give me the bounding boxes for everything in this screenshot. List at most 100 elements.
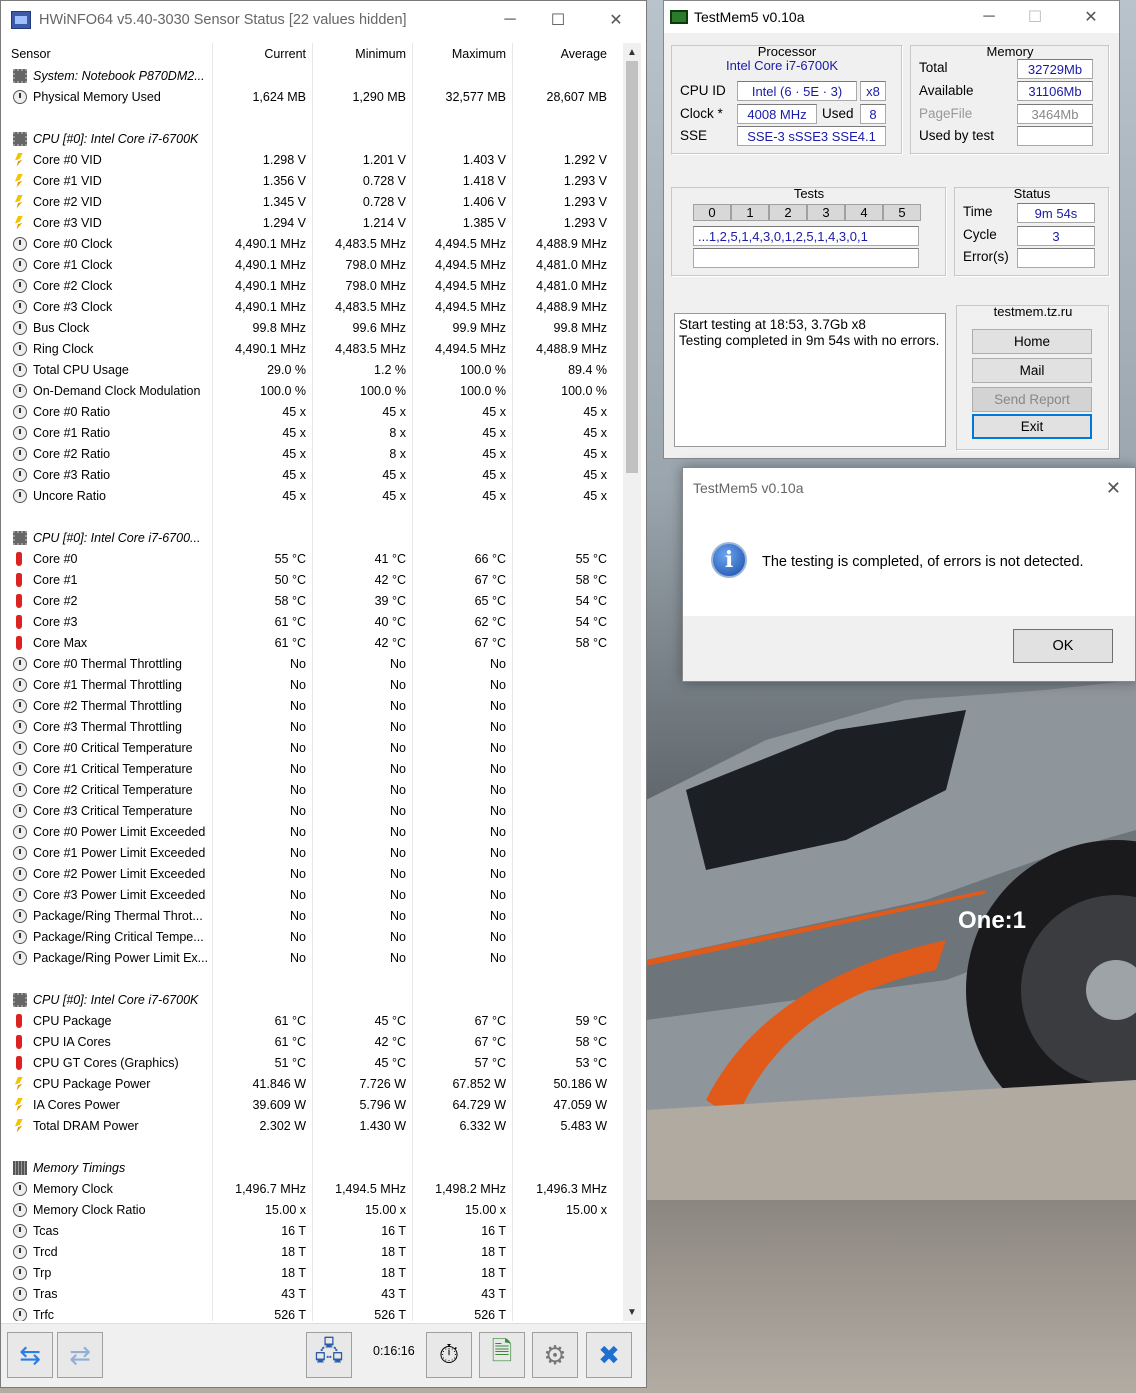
scroll-down-icon[interactable]: ▼ — [623, 1303, 641, 1321]
table-row[interactable]: Bus Clock 99.8 MHz 99.6 MHz 99.9 MHz 99.8 MH… — [7, 317, 613, 338]
table-row[interactable]: Core #1 Clock 4,490.1 MHz 798.0 MHz 4,494.5… — [7, 254, 613, 275]
minimize-icon[interactable]: ─ — [487, 1, 533, 39]
table-row[interactable]: Core #3 Critical Temperature No No No — [7, 800, 613, 821]
table-row[interactable]: Core #0 VID 1.298 V 1.201 V 1.403 V 1.292 V — [7, 149, 613, 170]
log-textbox[interactable]: Start testing at 18:53, 3.7Gb x8 Testing… — [674, 313, 946, 447]
value-max: No — [413, 800, 513, 821]
sensor-group-row[interactable]: CPU [#0]: Intel Core i7-6700K — [7, 128, 613, 149]
home-button[interactable]: Home — [972, 329, 1092, 354]
table-row[interactable]: Core #1 Critical Temperature No No No — [7, 758, 613, 779]
table-row[interactable]: Core #2 Ratio 45 x8 x 45 x 45 x — [7, 443, 613, 464]
table-row[interactable]: Core #1 Thermal Throttling No No No — [7, 674, 613, 695]
table-row[interactable]: Package/Ring Critical Tempe... No No No — [7, 926, 613, 947]
table-row[interactable]: Trcd 18 T 18 T 18 T — [7, 1241, 613, 1262]
value-max: No — [413, 779, 513, 800]
close-icon[interactable]: ✕ — [1106, 478, 1121, 499]
table-row[interactable]: Tras 43 T 43 T 43 T — [7, 1283, 613, 1304]
table-row[interactable]: Uncore Ratio 45 x 45 x 45 x 45 x — [7, 485, 613, 506]
table-row[interactable]: Core #3 Ratio 45 x 45 x 45 x 45 x — [7, 464, 613, 485]
sensor-group-row[interactable]: CPU [#0]: Intel Core i7-6700... — [7, 527, 613, 548]
sensor-group-row[interactable]: Memory Timings — [7, 1157, 613, 1178]
sensor-name-cell: CPU [#0]: Intel Core i7-6700K — [7, 989, 213, 1010]
scroll-up-icon[interactable]: ▲ — [623, 43, 641, 61]
table-row[interactable]: Core #2 Clock 4,490.1 MHz 798.0 MHz 4,494.5… — [7, 275, 613, 296]
maximize-icon[interactable]: ☐ — [535, 1, 581, 39]
value-min: 15.00 x — [313, 1199, 413, 1220]
column-header-maximum[interactable]: Maximum — [413, 43, 513, 65]
testmem-titlebar[interactable]: TestMem5 v0.10a ─ ☐ ✕ — [664, 1, 1119, 33]
sensor-group-row[interactable]: System: Notebook P870DM2... — [7, 65, 613, 86]
table-row[interactable]: Core #3 Thermal Throttling No No No — [7, 716, 613, 737]
settings-button[interactable]: ⚙ — [532, 1332, 578, 1378]
table-row[interactable]: Core #1 50 °C 42 °C 67 °C 58 °C — [7, 569, 613, 590]
value-max: No — [413, 926, 513, 947]
table-row[interactable]: Core #0 Clock 4,490.1 MHz 4,483.5 MHz 4,494… — [7, 233, 613, 254]
table-row[interactable]: Memory Clock Ratio 15.00 x 15.00 x 15.00 x1… — [7, 1199, 613, 1220]
value-max: No — [413, 884, 513, 905]
table-row[interactable]: Trfc 526 T 526 T 526 T — [7, 1304, 613, 1321]
scrollbar-thumb[interactable] — [626, 61, 638, 473]
table-row[interactable]: Core #2 Critical Temperature No No No — [7, 779, 613, 800]
sensor-name-cell: Core #2 Thermal Throttling — [7, 695, 213, 716]
table-row[interactable]: Memory Clock 1,496.7 MHz 1,494.5 MHz 1,498.… — [7, 1178, 613, 1199]
table-row[interactable]: Package/Ring Power Limit Ex... No No No — [7, 947, 613, 968]
sensor-group-row[interactable]: CPU [#0]: Intel Core i7-6700K — [7, 989, 613, 1010]
table-row[interactable]: Physical Memory Used 1,624 MB 1,290 MB 32,5… — [7, 86, 613, 107]
table-row[interactable]: Core #3 61 °C 40 °C 62 °C 54 °C — [7, 611, 613, 632]
table-row[interactable]: CPU GT Cores (Graphics) 51 °C 45 °C 57 °C 53… — [7, 1052, 613, 1073]
table-row[interactable]: Core #0 Thermal Throttling No No No — [7, 653, 613, 674]
table-row[interactable]: Core #0 Critical Temperature No No No — [7, 737, 613, 758]
table-row[interactable]: Core #0 Ratio 45 x 45 x 45 x 45 x — [7, 401, 613, 422]
sensor-name: Core #0 Thermal Throttling — [33, 656, 182, 671]
vertical-scrollbar[interactable]: ▲ ▼ — [623, 43, 641, 1321]
table-row[interactable]: CPU IA Cores 61 °C 42 °C 67 °C 58 °C — [7, 1031, 613, 1052]
expand-collapse-button[interactable]: ⇆ — [7, 1332, 53, 1378]
close-icon[interactable]: ✕ — [1068, 1, 1114, 33]
table-row[interactable]: Core #1 VID 1.356 V 0.728 V 1.418 V 1.293 V — [7, 170, 613, 191]
value-min: No — [313, 695, 413, 716]
table-row[interactable]: Core #2 58 °C 39 °C 65 °C 54 °C — [7, 590, 613, 611]
table-row[interactable]: Core #1 Ratio 45 x8 x 45 x 45 x — [7, 422, 613, 443]
table-row[interactable]: Trp 18 T 18 T 18 T — [7, 1262, 613, 1283]
table-row[interactable]: IA Cores Power 39.609 W 5.796 W 64.729 W 47.… — [7, 1094, 613, 1115]
table-row[interactable]: CPU Package Power 41.846 W 7.726 W 67.852 W… — [7, 1073, 613, 1094]
table-row[interactable]: Core #2 VID 1.345 V 0.728 V 1.406 V 1.293 V — [7, 191, 613, 212]
collapse-button[interactable]: ⇄ — [57, 1332, 103, 1378]
column-header-sensor[interactable]: Sensor — [7, 43, 213, 65]
table-row[interactable]: Core #0 55 °C 41 °C 66 °C 55 °C — [7, 548, 613, 569]
table-row[interactable]: On-Demand Clock Modulation 100.0 % 100.0 %… — [7, 380, 613, 401]
value-min: 7.726 W — [313, 1073, 413, 1094]
table-row[interactable]: Core #3 Power Limit Exceeded No No No — [7, 884, 613, 905]
table-row[interactable]: Total CPU Usage 29.0 % 1.2 % 100.0 % 89.4 % — [7, 359, 613, 380]
mail-button[interactable]: Mail — [972, 358, 1092, 383]
close-icon[interactable]: ✕ — [593, 1, 639, 39]
table-row[interactable]: Core #2 Power Limit Exceeded No No No — [7, 863, 613, 884]
exit-button[interactable]: Exit — [972, 414, 1092, 439]
column-header-minimum[interactable]: Minimum — [313, 43, 413, 65]
table-row[interactable]: Core #1 Power Limit Exceeded No No No — [7, 842, 613, 863]
table-row[interactable]: Core Max 61 °C 42 °C 67 °C 58 °C — [7, 632, 613, 653]
table-row[interactable]: Ring Clock 4,490.1 MHz 4,483.5 MHz 4,494.5 … — [7, 338, 613, 359]
column-header-current[interactable]: Current — [213, 43, 313, 65]
table-row[interactable]: Package/Ring Thermal Throt... No No No — [7, 905, 613, 926]
table-row[interactable]: Core #3 Clock 4,490.1 MHz 4,483.5 MHz 4,494… — [7, 296, 613, 317]
value-min: 1,494.5 MHz — [313, 1178, 413, 1199]
table-row[interactable]: Total DRAM Power 2.302 W 1.430 W 6.332 W 5.4… — [7, 1115, 613, 1136]
sensor-name-cell: Memory Timings — [7, 1157, 213, 1178]
sensor-name-cell: Core #3 Thermal Throttling — [7, 716, 213, 737]
table-row[interactable]: Core #3 VID 1.294 V 1.214 V 1.385 V 1.293 V — [7, 212, 613, 233]
clock-button[interactable]: ⏱ — [426, 1332, 472, 1378]
sensor-name-cell: Core #3 Power Limit Exceeded — [7, 884, 213, 905]
table-row[interactable]: Core #2 Thermal Throttling No No No — [7, 695, 613, 716]
column-header-average[interactable]: Average — [513, 43, 613, 65]
table-row[interactable]: Tcas 16 T 16 T 16 T — [7, 1220, 613, 1241]
network-button[interactable]: 🖧 — [306, 1332, 352, 1378]
hwinfo-titlebar[interactable]: HWiNFO64 v5.40-3030 Sensor Status [22 va… — [1, 1, 646, 39]
logging-button[interactable]: 🗎 — [479, 1332, 525, 1378]
minimize-icon[interactable]: ─ — [966, 1, 1012, 33]
clock-icon — [13, 1244, 27, 1259]
table-row[interactable]: Core #0 Power Limit Exceeded No No No — [7, 821, 613, 842]
table-row[interactable]: CPU Package 61 °C 45 °C 67 °C 59 °C — [7, 1010, 613, 1031]
ok-button[interactable]: OK — [1013, 629, 1113, 663]
close-sensors-button[interactable]: ✖ — [586, 1332, 632, 1378]
